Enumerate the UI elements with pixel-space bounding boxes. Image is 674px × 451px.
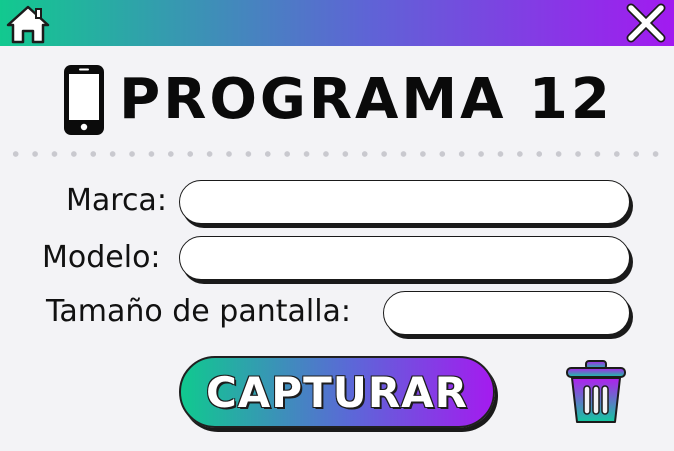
- brand-label: Marca:: [66, 183, 167, 218]
- screen-size-label: Tamaño de pantalla:: [46, 294, 352, 329]
- home-icon[interactable]: [6, 4, 50, 44]
- trash-icon[interactable]: [562, 358, 630, 426]
- title-row: PROGRAMA 12: [0, 60, 674, 140]
- model-input[interactable]: [179, 236, 630, 280]
- brand-input[interactable]: [179, 180, 630, 224]
- capture-button[interactable]: CAPTURAR: [179, 356, 495, 428]
- model-label: Modelo:: [42, 240, 161, 275]
- capture-button-label: CAPTURAR: [205, 367, 469, 417]
- page-title: PROGRAMA 12: [119, 67, 613, 132]
- smartphone-icon: [64, 65, 105, 135]
- screen-size-input[interactable]: [383, 291, 630, 335]
- close-icon[interactable]: [624, 2, 668, 44]
- top-bar: [0, 0, 674, 46]
- dotted-divider: [6, 151, 668, 157]
